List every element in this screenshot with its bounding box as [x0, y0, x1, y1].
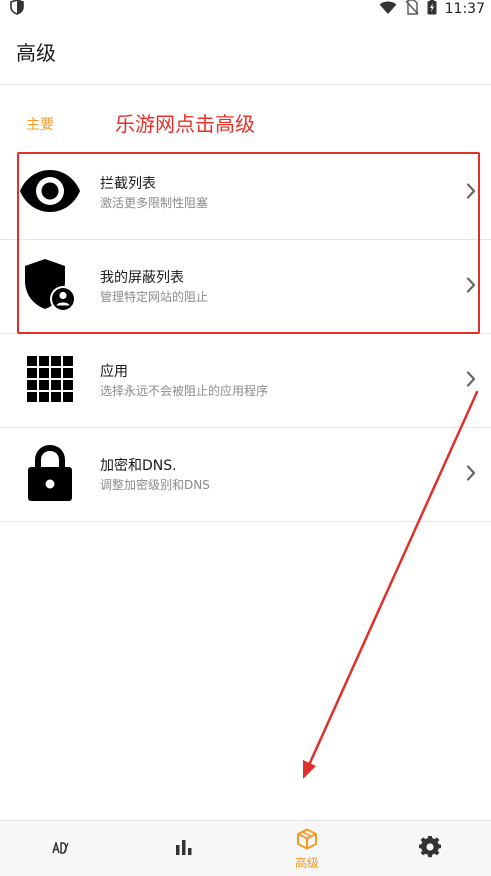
list-item-blocklists[interactable]: 拦截列表 激活更多限制性阻塞 — [0, 146, 491, 240]
eye-icon — [19, 168, 81, 218]
ad-block-icon — [52, 839, 70, 858]
shield-user-icon — [23, 257, 77, 317]
no-sim-icon — [405, 0, 419, 19]
list-item-apps[interactable]: 应用 选择永远不会被阻止的应用程序 — [0, 334, 491, 428]
apps-grid-icon — [27, 355, 73, 406]
list-item-label: 应用 — [100, 363, 128, 380]
app-bar: 高级 — [0, 18, 491, 85]
nav-item-advanced[interactable]: 高级 — [246, 821, 369, 876]
list-item-subtitle: 选择永远不会被阻止的应用程序 — [100, 383, 269, 398]
annotation-text: 乐游网点击高级 — [115, 112, 255, 136]
list-item-subtitle: 激活更多限制性阻塞 — [100, 195, 209, 210]
list-item-label: 拦截列表 — [100, 175, 156, 192]
nav-item-statistics[interactable] — [123, 821, 246, 876]
screen: 11:37 高级 主要 乐游网点击高级 拦截列表 激活更多限制性阻塞 我的屏蔽列… — [0, 0, 491, 876]
wifi-icon — [379, 0, 397, 19]
list-item-my-blocklist[interactable]: 我的屏蔽列表 管理特定网站的阻止 — [0, 240, 491, 334]
list-item-encryption-dns[interactable]: 加密和DNS. 调整加密级别和DNS — [0, 428, 491, 522]
bottom-nav: 高级 — [0, 820, 491, 876]
chevron-right-icon — [466, 464, 476, 485]
bar-chart-icon — [175, 839, 193, 859]
chevron-right-icon — [466, 182, 476, 203]
battery-icon — [427, 0, 437, 19]
status-time: 11:37 — [444, 1, 485, 17]
list-item-subtitle: 管理特定网站的阻止 — [100, 289, 209, 304]
shield-status-icon — [10, 0, 24, 19]
list-item-label: 加密和DNS. — [100, 457, 177, 474]
status-bar: 11:37 — [0, 0, 491, 18]
chevron-right-icon — [466, 276, 476, 297]
chevron-right-icon — [466, 370, 476, 391]
gear-icon — [418, 834, 441, 862]
cube-icon — [296, 828, 318, 854]
nav-label-advanced: 高级 — [294, 855, 319, 870]
section-header-main: 主要 — [26, 117, 54, 133]
list-item-label: 我的屏蔽列表 — [100, 269, 184, 286]
settings-list: 拦截列表 激活更多限制性阻塞 我的屏蔽列表 管理特定网站的阻止 应用 选择永远不… — [0, 146, 491, 522]
nav-item-settings[interactable] — [368, 821, 491, 876]
nav-item-ad-block[interactable] — [0, 821, 123, 876]
page-title: 高级 — [16, 40, 56, 65]
list-item-subtitle: 调整加密级别和DNS — [100, 477, 210, 492]
lock-icon — [27, 444, 73, 506]
